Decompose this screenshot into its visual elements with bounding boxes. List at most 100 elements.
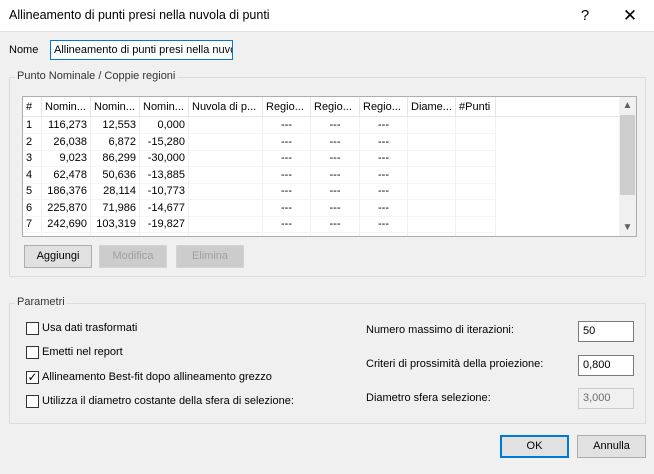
table-cell [456,216,496,233]
name-label: Nome [9,44,39,56]
column-header[interactable]: Regio... [311,97,360,117]
table-cell: 225,870 [42,199,91,217]
proximity-label: Criteri di prossimità della proiezione: [366,358,544,370]
add-button[interactable]: Aggiungi [24,245,92,268]
table-cell: --- [311,216,360,233]
scrollbar-thumb[interactable] [620,115,635,195]
table-cell [189,183,263,200]
table-cell: 142,950 [42,232,91,236]
table-cell [408,199,456,217]
table-cell: 71,986 [91,199,140,217]
table-cell: 62,478 [42,166,91,184]
table-row[interactable]: 2 26,038 6,872 -15,280 --- --- --- [23,133,619,151]
title-bar: Allineamento di punti presi nella nuvola… [0,0,654,32]
table-cell: --- [311,183,360,200]
table-cell [456,183,496,200]
table-cell: --- [311,150,360,167]
table-cell [408,133,456,151]
table-cell: 26,038 [42,133,91,151]
table-cell: 4 [23,166,42,184]
table-row[interactable]: 5 186,376 28,114 -10,773 --- --- --- [23,183,619,200]
table-cell: 50,636 [91,166,140,184]
table-cell [408,216,456,233]
pairs-grid[interactable]: # Nomin... Nomin... Nomin... Nuvola di p… [22,96,637,237]
table-cell: -13,885 [140,166,189,184]
table-row[interactable]: 1 116,273 12,553 0,000 --- --- --- [23,117,619,134]
table-cell [456,133,496,151]
table-cell: --- [263,117,311,134]
grid-scrollbar[interactable]: ▲ ▼ [619,97,636,236]
chevron-up-icon[interactable]: ▲ [619,97,636,114]
chevron-down-icon[interactable]: ▼ [619,219,636,236]
table-row[interactable]: 4 62,478 50,636 -13,885 --- --- --- [23,166,619,184]
delete-button[interactable]: Elimina [176,245,244,268]
table-row[interactable]: 3 9,023 86,299 -30,000 --- --- --- [23,150,619,167]
table-cell: 102,446 [91,232,140,236]
table-row[interactable]: 7 242,690 103,319 -19,827 --- --- --- [23,216,619,233]
table-cell: --- [311,166,360,184]
table-cell [408,150,456,167]
table-cell: -19,827 [140,216,189,233]
emit-report-checkbox[interactable] [26,346,39,359]
diameter-label: Diametro sfera selezione: [366,392,491,404]
const-diameter-checkbox[interactable] [26,395,39,408]
column-header[interactable]: Regio... [360,97,408,117]
column-header[interactable]: Nomin... [42,97,91,117]
table-cell: 7 [23,216,42,233]
table-cell: 3 [23,150,42,167]
table-cell [189,216,263,233]
table-cell: -10,773 [140,183,189,200]
table-cell: -15,280 [140,133,189,151]
proximity-input[interactable]: 0,800 [578,355,634,376]
grid-header: # Nomin... Nomin... Nomin... Nuvola di p… [23,97,619,117]
table-cell: --- [311,133,360,151]
table-cell: --- [263,150,311,167]
table-cell: 5 [23,183,42,200]
table-cell: 6 [23,199,42,217]
table-cell [408,166,456,184]
table-cell [456,117,496,134]
column-header[interactable]: #Punti [456,97,496,117]
table-cell [189,133,263,151]
max-iter-label: Numero massimo di iterazioni: [366,324,514,336]
table-cell [456,199,496,217]
table-cell: --- [360,117,408,134]
close-button[interactable]: ✕ [608,0,652,32]
table-cell: --- [263,183,311,200]
table-cell: 12,553 [91,117,140,134]
max-iter-input[interactable]: 50 [578,321,634,342]
table-cell: --- [360,166,408,184]
use-transformed-checkbox[interactable] [26,322,39,335]
pairs-group-title: Punto Nominale / Coppie regioni [15,70,178,82]
name-input[interactable]: Allineamento di punti presi nella nuvola… [50,40,233,60]
table-cell: 242,690 [42,216,91,233]
table-cell: --- [360,183,408,200]
column-header[interactable]: Nomin... [91,97,140,117]
table-cell [263,232,311,236]
table-cell: --- [360,199,408,217]
bestfit-checkbox[interactable]: ✓ [26,370,39,384]
table-cell: 186,376 [42,183,91,200]
table-cell [456,150,496,167]
column-header[interactable]: # [23,97,42,117]
table-cell: -27,231 [140,232,189,236]
table-cell: -14,677 [140,199,189,217]
table-cell: 0,000 [140,117,189,134]
table-row[interactable]: 8142,950102,446-27,231 [23,232,619,236]
table-cell: 9,023 [42,150,91,167]
table-row[interactable]: 6 225,870 71,986 -14,677 --- --- --- [23,199,619,217]
column-header[interactable]: Regio... [263,97,311,117]
column-header[interactable]: Diame... [408,97,456,117]
column-header[interactable]: Nomin... [140,97,189,117]
cancel-button[interactable]: Annulla [577,435,646,458]
table-cell: --- [263,133,311,151]
diameter-input: 3,000 [578,388,634,409]
table-cell [360,232,408,236]
column-header[interactable]: Nuvola di p... [189,97,263,117]
ok-button[interactable]: OK [500,435,569,458]
table-cell: --- [311,199,360,217]
table-cell [456,232,496,236]
help-button[interactable]: ? [563,0,607,32]
modify-button[interactable]: Modifica [99,245,167,268]
table-cell: -30,000 [140,150,189,167]
